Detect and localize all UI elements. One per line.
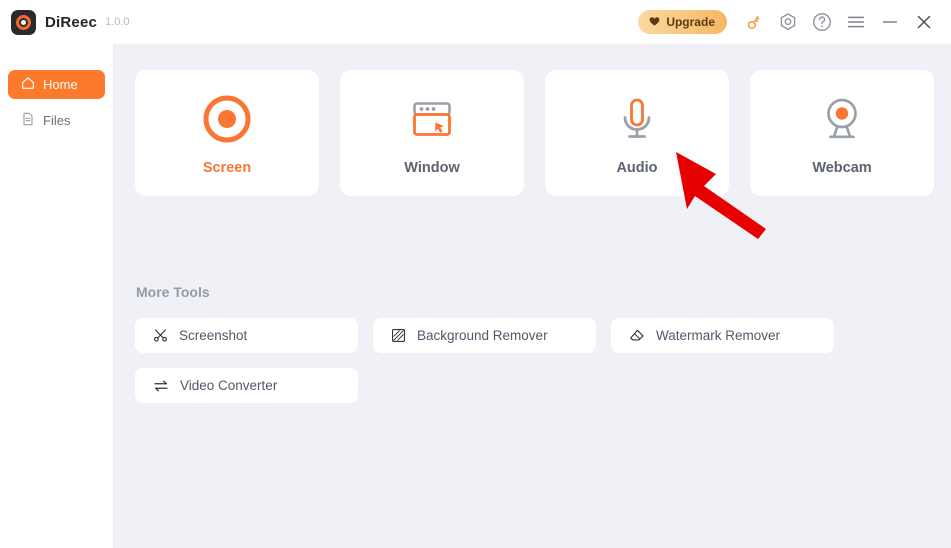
microphone-icon [609,90,665,148]
tool-label: Background Remover [417,328,548,343]
card-window[interactable]: Window [340,70,524,196]
tool-label: Video Converter [180,378,278,393]
main-content: Screen Window Audio Webcam More Tools Sc… [114,44,951,548]
titlebar: DiReec 1.0.0 Upgrade [0,0,951,44]
tool-label: Watermark Remover [656,328,781,343]
file-document-icon [20,111,36,130]
eraser-icon [628,327,646,345]
exchange-arrows-icon [152,377,170,395]
scissors-icon [152,327,169,344]
card-screen[interactable]: Screen [135,70,319,196]
tool-background-remover[interactable]: Background Remover [373,318,596,353]
tool-label: Screenshot [179,328,248,343]
record-ring-logo-icon [11,9,36,35]
app-version: 1.0.0 [105,16,130,28]
card-label: Screen [202,160,252,176]
tool-watermark-remover[interactable]: Watermark Remover [611,318,834,353]
hexagon-settings-icon[interactable] [771,5,805,39]
sidebar-item-label: Files [43,113,71,128]
sidebar-item-label: Home [43,77,78,92]
browser-window-cursor-icon [404,90,460,148]
tool-screenshot[interactable]: Screenshot [135,318,358,353]
hamburger-menu-icon[interactable] [839,5,873,39]
brand: DiReec 1.0.0 [11,9,130,35]
close-icon[interactable] [907,5,941,39]
card-label: Webcam [812,160,872,176]
hatched-square-icon [390,327,407,344]
question-circle-icon[interactable] [805,5,839,39]
titlebar-controls: Upgrade [638,0,951,44]
card-webcam[interactable]: Webcam [750,70,934,196]
upgrade-label: Upgrade [666,15,715,29]
card-label: Audio [616,160,658,176]
sidebar-item-files[interactable]: Files [8,106,105,135]
app-title: DiReec [45,13,98,31]
card-label: Window [404,160,460,176]
card-audio[interactable]: Audio [545,70,729,196]
more-tools-list: Screenshot Background Remover Watermark … [135,274,935,403]
record-circle-icon [199,90,255,148]
upgrade-button[interactable]: Upgrade [638,10,727,34]
heart-icon [648,15,661,30]
key-icon[interactable] [737,5,771,39]
app-window: DiReec 1.0.0 Upgrade Home Files Screen W… [0,0,951,548]
sidebar-item-home[interactable]: Home [8,70,105,99]
tool-video-converter[interactable]: Video Converter [135,368,358,403]
home-icon [20,75,36,94]
minimize-icon[interactable] [873,5,907,39]
sidebar: Home Files [0,44,114,548]
webcam-icon [814,90,870,148]
capture-mode-cards: Screen Window Audio Webcam [135,70,934,196]
